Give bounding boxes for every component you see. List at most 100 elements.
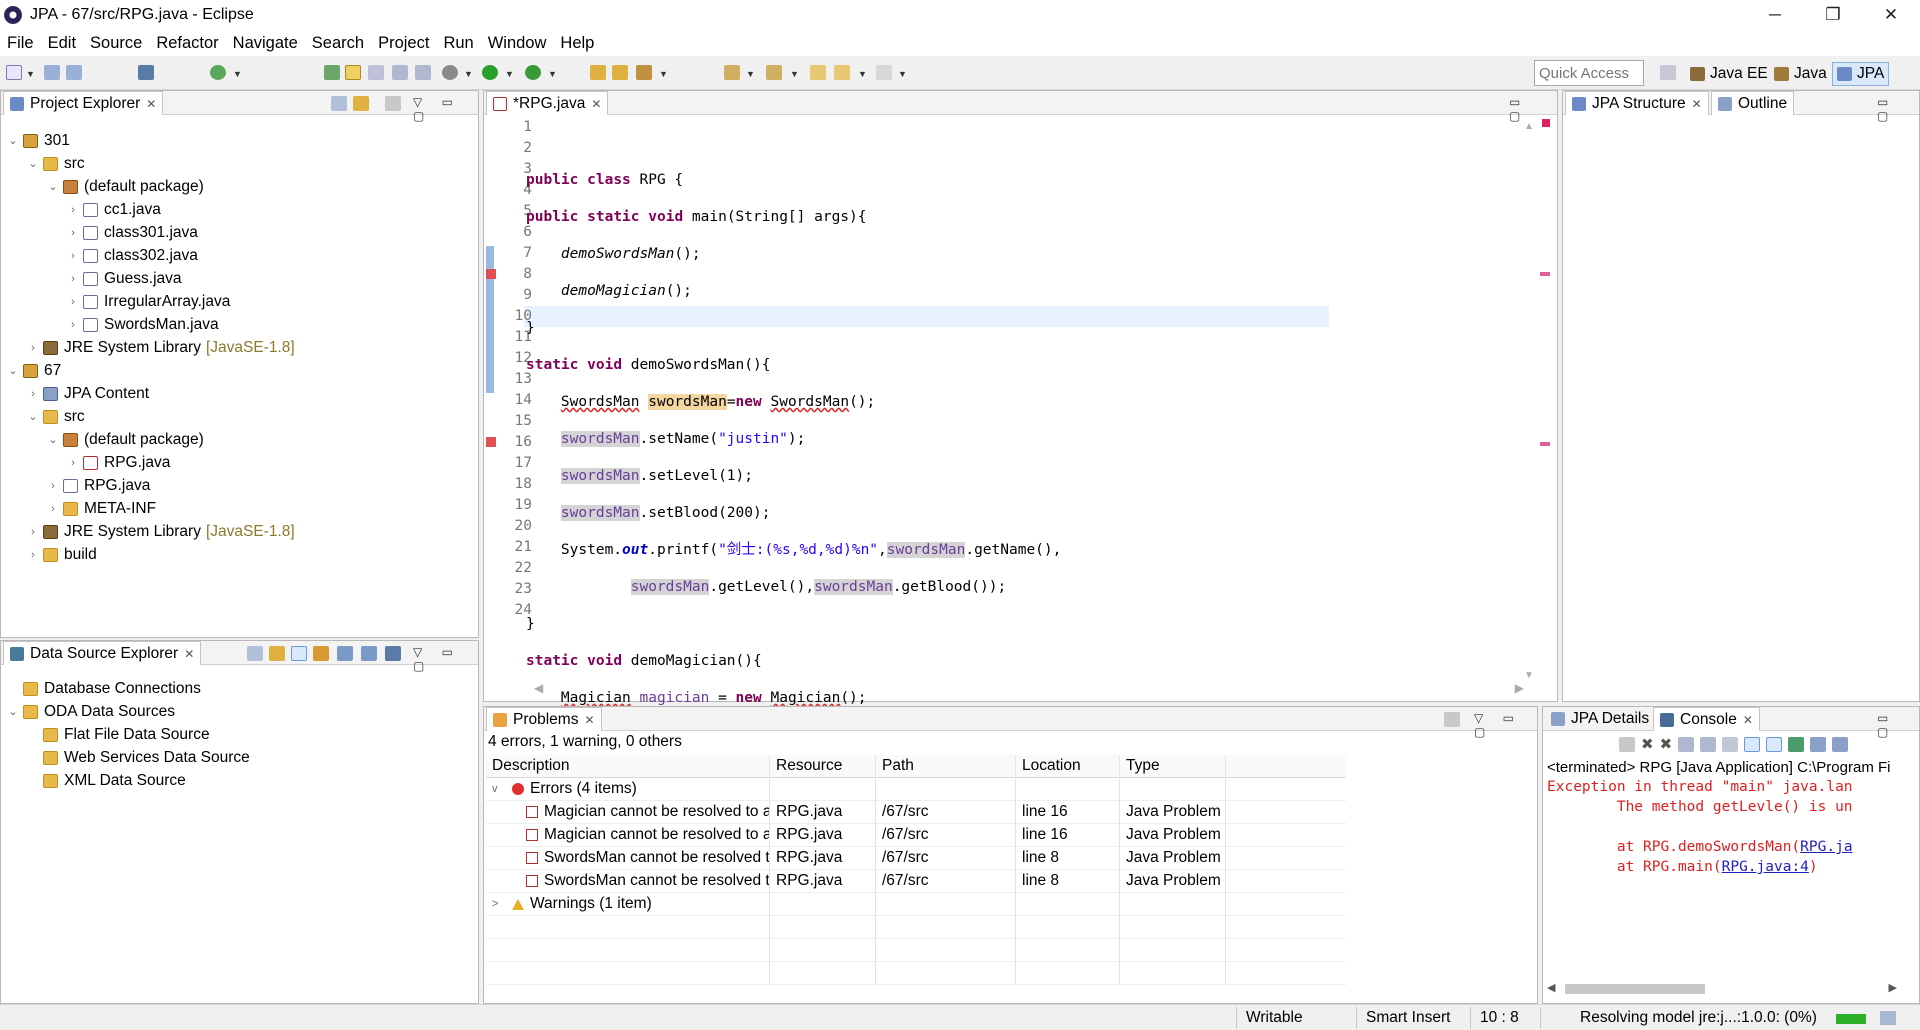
chevron-down-icon[interactable]: ⌄ xyxy=(7,364,19,377)
debug-icon[interactable] xyxy=(442,65,458,80)
chevron-right-icon[interactable]: › xyxy=(27,526,39,538)
open-resource-icon[interactable] xyxy=(612,65,628,80)
pin-console-icon[interactable] xyxy=(1788,736,1805,752)
warnings-group-row[interactable]: > Warnings (1 item) xyxy=(486,892,1346,916)
word-wrap-icon[interactable] xyxy=(1722,736,1739,752)
chevron-down-icon[interactable]: ⌄ xyxy=(7,134,19,147)
collapse-all-icon[interactable] xyxy=(247,646,263,661)
progress-view-icon[interactable] xyxy=(1880,1011,1896,1025)
show-stderr-icon[interactable] xyxy=(1766,736,1783,752)
mark-occurrences-icon[interactable] xyxy=(345,65,361,80)
toggle-breadcrumb-icon[interactable] xyxy=(324,65,340,80)
close-icon[interactable]: ✕ xyxy=(184,647,194,661)
previous-annotation-dropdown-icon[interactable]: ▼ xyxy=(790,69,799,79)
next-annotation-dropdown-icon[interactable]: ▼ xyxy=(746,69,755,79)
console-horizontal-scrollbar[interactable]: ◀ ▶ xyxy=(1547,981,1897,997)
back-dropdown-icon[interactable]: ▼ xyxy=(858,69,867,79)
table-row[interactable]: SwordsMan cannot be resolved to a typ RPG… xyxy=(486,869,1346,893)
chevron-right-icon[interactable]: › xyxy=(47,503,59,515)
chevron-right-icon[interactable]: › xyxy=(67,273,79,285)
perspective-jpa[interactable]: JPA xyxy=(1832,62,1890,86)
tree-item[interactable]: › build xyxy=(27,543,97,566)
horizontal-scrollbar[interactable]: ◀ ▶ xyxy=(534,681,1524,697)
menu-file[interactable]: File xyxy=(0,34,41,53)
chevron-down-icon[interactable]: ⌄ xyxy=(27,157,39,170)
chevron-right-icon[interactable]: › xyxy=(27,388,39,400)
perspective-java-ee[interactable]: Java EE xyxy=(1686,62,1772,86)
chevron-right-icon[interactable]: › xyxy=(47,480,59,492)
open-console-icon[interactable] xyxy=(1832,736,1849,752)
chevron-right-icon[interactable]: › xyxy=(27,342,39,354)
tab-project-explorer[interactable]: Project Explorer ✕ xyxy=(3,91,164,115)
tree-item[interactable]: › JRE System Library [JavaSE-1.8] xyxy=(27,336,295,359)
tab-problems[interactable]: Problems ✕ xyxy=(486,707,602,731)
overview-error-marker[interactable] xyxy=(1540,442,1550,446)
save-icon[interactable] xyxy=(44,65,60,80)
tree-item[interactable]: ⌄ src xyxy=(27,152,84,175)
tree-item[interactable]: ⌄ 67 xyxy=(7,359,61,382)
table-row[interactable]: Magician cannot be resolved to a type RPG… xyxy=(486,823,1346,847)
forward-dropdown-icon[interactable]: ▼ xyxy=(898,69,907,79)
column-path[interactable]: Path xyxy=(876,754,1016,778)
menu-window[interactable]: Window xyxy=(481,34,554,53)
chevron-right-icon[interactable]: › xyxy=(67,250,79,262)
link-with-editor-icon[interactable] xyxy=(353,96,369,111)
search-icon[interactable] xyxy=(636,65,652,80)
quick-access-input[interactable] xyxy=(1534,60,1644,86)
menu-project[interactable]: Project xyxy=(371,34,436,53)
tree-item[interactable]: ⌄ 301 xyxy=(7,129,69,152)
collapse-all-icon[interactable] xyxy=(331,96,347,111)
debug-config-icon[interactable] xyxy=(210,65,226,80)
close-icon[interactable]: ✕ xyxy=(584,713,594,727)
terminal-icon[interactable] xyxy=(138,65,154,80)
word-wrap-icon[interactable] xyxy=(392,65,408,80)
tree-item[interactable]: › META-INF xyxy=(47,497,156,520)
show-whitespace-icon[interactable] xyxy=(415,65,431,80)
tab-jpa-structure[interactable]: JPA Structure ✕ xyxy=(1565,91,1709,115)
chevron-right-icon[interactable]: › xyxy=(67,319,79,331)
import-icon[interactable] xyxy=(361,646,377,661)
menu-navigate[interactable]: Navigate xyxy=(226,34,305,53)
chevron-right-icon[interactable]: › xyxy=(67,296,79,308)
link-icon[interactable] xyxy=(269,646,285,661)
chevron-right-icon[interactable]: › xyxy=(27,549,39,561)
menu-help[interactable]: Help xyxy=(553,34,601,53)
column-description[interactable]: Description xyxy=(486,754,770,778)
new-icon[interactable] xyxy=(6,65,22,80)
back-icon[interactable] xyxy=(834,65,850,80)
close-icon[interactable]: ✕ xyxy=(1692,97,1702,111)
last-edit-location-icon[interactable] xyxy=(810,65,826,80)
open-type-icon[interactable] xyxy=(590,65,606,80)
chevron-down-icon[interactable]: v xyxy=(492,783,506,795)
clear-console-icon[interactable] xyxy=(1678,736,1695,752)
view-menu-icon[interactable]: ▽ ▭ ▢ xyxy=(413,645,478,673)
chevron-down-icon[interactable]: ⌄ xyxy=(7,705,19,718)
tree-item[interactable]: › Guess.java xyxy=(67,267,181,290)
forward-icon[interactable] xyxy=(876,65,892,80)
close-icon[interactable]: ✕ xyxy=(591,97,601,111)
tree-item[interactable]: ⌄ (default package) xyxy=(47,428,203,451)
export-icon[interactable] xyxy=(337,646,353,661)
chevron-right-icon[interactable]: › xyxy=(67,204,79,216)
coverage-icon[interactable] xyxy=(525,65,541,80)
vertical-scrollbar[interactable]: ▲ ▼ xyxy=(1524,121,1534,681)
tree-item[interactable]: › SwordsMan.java xyxy=(67,313,218,336)
perspective-java[interactable]: Java xyxy=(1770,62,1831,86)
tab-outline[interactable]: Outline xyxy=(1711,91,1795,115)
stack-trace-link[interactable]: RPG.ja xyxy=(1800,839,1852,855)
tab-jpa-details[interactable]: JPA Details xyxy=(1545,707,1655,731)
tree-item[interactable]: › JRE System Library [JavaSE-1.8] xyxy=(27,520,295,543)
overview-error-marker[interactable] xyxy=(1540,272,1550,276)
overview-error-marker[interactable] xyxy=(1542,119,1550,127)
chevron-right-icon[interactable]: › xyxy=(67,227,79,239)
chevron-down-icon[interactable]: ⌄ xyxy=(27,410,39,423)
tree-item[interactable]: Database Connections xyxy=(7,677,201,700)
table-row[interactable]: SwordsMan cannot be resolved to a typ RPG… xyxy=(486,846,1346,870)
open-perspective-icon[interactable] xyxy=(1660,65,1676,80)
tree-item[interactable]: XML Data Source xyxy=(27,769,186,792)
filter-icon[interactable] xyxy=(291,646,307,661)
menu-search[interactable]: Search xyxy=(305,34,371,53)
new-dropdown-icon[interactable]: ▼ xyxy=(26,69,35,79)
menu-edit[interactable]: Edit xyxy=(41,34,83,53)
menu-run[interactable]: Run xyxy=(436,34,480,53)
